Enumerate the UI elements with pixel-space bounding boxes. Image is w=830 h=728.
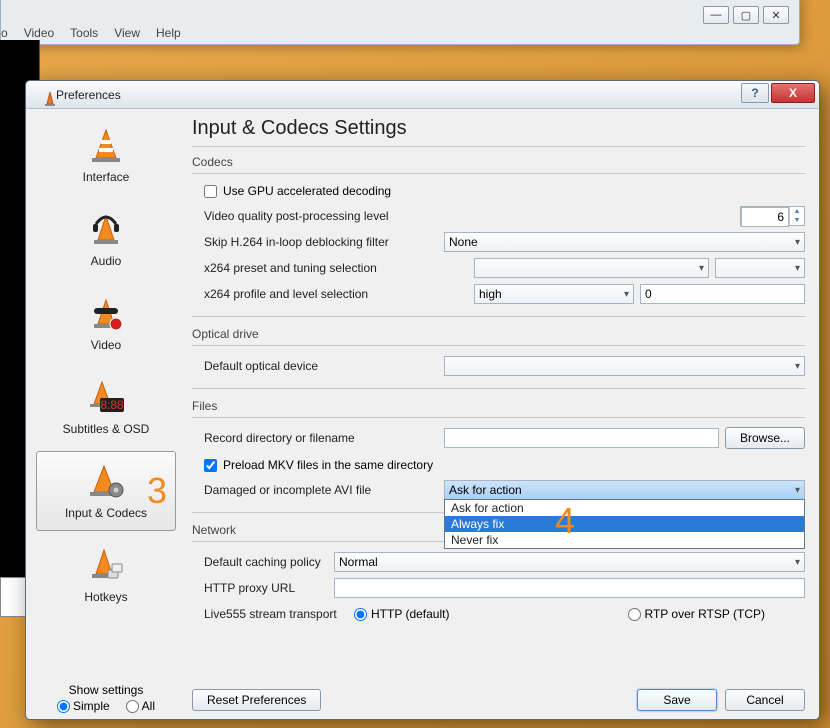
sidebar-item-hotkeys[interactable]: Hotkeys xyxy=(36,535,176,615)
sidebar-item-label: Audio xyxy=(91,254,122,268)
default-optical-label: Default optical device xyxy=(204,359,444,373)
sidebar-item-interface[interactable]: Interface xyxy=(36,115,176,195)
dialog-button-row: Reset Preferences Save Cancel xyxy=(192,683,805,711)
video-quality-value[interactable] xyxy=(741,207,789,227)
radio-all[interactable] xyxy=(126,700,139,713)
sidebar-item-label: Subtitles & OSD xyxy=(63,422,150,436)
record-dir-label: Record directory or filename xyxy=(204,431,444,445)
skip-h264-combo[interactable]: None xyxy=(444,232,805,252)
group-codecs: Codecs Use GPU accelerated decoding Vide… xyxy=(192,155,805,317)
sidebar-item-label: Interface xyxy=(83,170,130,184)
dialog-title-text: Preferences xyxy=(56,88,121,102)
avi-fix-label: Damaged or incomplete AVI file xyxy=(204,483,444,497)
avi-option-always[interactable]: Always fix xyxy=(445,516,804,532)
group-files: Files Record directory or filename Brows… xyxy=(192,399,805,513)
page-title: Input & Codecs Settings xyxy=(192,117,805,140)
group-title: Codecs xyxy=(192,155,805,169)
annotation-3: 3 xyxy=(147,470,167,512)
show-settings-group: Show settings Simple All xyxy=(32,683,180,713)
x264-preset-combo[interactable] xyxy=(474,258,709,278)
sidebar-item-input-codecs[interactable]: 3 Input & Codecs xyxy=(36,451,176,531)
group-title: Optical drive xyxy=(192,327,805,341)
x264-profile-combo[interactable]: high xyxy=(474,284,634,304)
save-button[interactable]: Save xyxy=(637,689,717,711)
x264-profile-label: x264 profile and level selection xyxy=(204,287,474,301)
menu-item[interactable]: Video xyxy=(24,26,54,40)
browse-button[interactable]: Browse... xyxy=(725,427,805,449)
cone-gear-icon xyxy=(83,462,129,502)
main-panel: Input & Codecs Settings Codecs Use GPU a… xyxy=(186,109,819,719)
radio-simple[interactable] xyxy=(57,700,70,713)
caching-label: Default caching policy xyxy=(204,555,334,569)
menu-item[interactable]: Tools xyxy=(70,26,98,40)
video-quality-label: Video quality post-processing level xyxy=(204,209,444,223)
sidebar-item-audio[interactable]: Audio xyxy=(36,199,176,279)
background-app-window: o Video Tools View Help — ▢ ✕ xyxy=(0,0,800,45)
menu-item[interactable]: Help xyxy=(156,26,181,40)
spin-down-icon[interactable]: ▼ xyxy=(790,216,804,225)
radio-rtp[interactable] xyxy=(628,608,641,621)
live555-label: Live555 stream transport xyxy=(204,607,354,621)
cancel-button[interactable]: Cancel xyxy=(725,689,805,711)
vlc-cone-icon xyxy=(34,86,50,102)
menu-item[interactable]: View xyxy=(114,26,140,40)
gpu-decoding-checkbox[interactable] xyxy=(204,185,217,198)
background-menubar: o Video Tools View Help xyxy=(1,26,181,40)
close-button[interactable]: ✕ xyxy=(763,6,789,24)
preload-mkv-label: Preload MKV files in the same directory xyxy=(223,458,433,472)
preload-mkv-checkbox[interactable] xyxy=(204,459,217,472)
spin-up-icon[interactable]: ▲ xyxy=(790,207,804,216)
svg-text:8:88: 8:88 xyxy=(100,398,124,412)
show-settings-simple[interactable]: Simple xyxy=(57,699,110,713)
window-controls: — ▢ ✕ xyxy=(703,6,789,24)
cone-subtitle-icon: 8:88 xyxy=(83,378,129,418)
sidebar-item-label: Input & Codecs xyxy=(65,506,147,520)
reset-preferences-button[interactable]: Reset Preferences xyxy=(192,689,321,711)
cone-headphones-icon xyxy=(83,210,129,250)
video-quality-spinner[interactable]: ▲▼ xyxy=(740,206,805,226)
show-settings-all[interactable]: All xyxy=(126,699,155,713)
live555-rtp-option[interactable]: RTP over RTSP (TCP) xyxy=(628,607,765,621)
divider xyxy=(192,146,805,147)
category-sidebar: Interface Audio Video 8:88 Subtitles & O… xyxy=(26,109,186,719)
group-optical: Optical drive Default optical device xyxy=(192,327,805,389)
cone-glasses-icon xyxy=(83,294,129,334)
maximize-button[interactable]: ▢ xyxy=(733,6,759,24)
skip-h264-label: Skip H.264 in-loop deblocking filter xyxy=(204,235,444,249)
minimize-button[interactable]: — xyxy=(703,6,729,24)
sidebar-item-video[interactable]: Video xyxy=(36,283,176,363)
avi-option-ask[interactable]: Ask for action xyxy=(445,500,804,516)
avi-option-never[interactable]: Never fix xyxy=(445,532,804,548)
avi-fix-dropdown: Ask for action Always fix Never fix 4 xyxy=(444,499,805,549)
cone-keys-icon xyxy=(83,546,129,586)
http-proxy-label: HTTP proxy URL xyxy=(204,581,334,595)
live555-http-option[interactable]: HTTP (default) xyxy=(354,607,449,621)
preferences-dialog: Preferences ? X Interface Audio xyxy=(25,80,820,720)
x264-level-input[interactable] xyxy=(640,284,805,304)
dialog-titlebar[interactable]: Preferences ? X xyxy=(26,81,819,109)
sidebar-item-label: Hotkeys xyxy=(84,590,127,604)
sidebar-item-label: Video xyxy=(91,338,121,352)
gpu-decoding-label: Use GPU accelerated decoding xyxy=(223,184,391,198)
x264-tuning-combo[interactable] xyxy=(715,258,805,278)
record-dir-input[interactable] xyxy=(444,428,719,448)
radio-http[interactable] xyxy=(354,608,367,621)
group-title: Files xyxy=(192,399,805,413)
help-button[interactable]: ? xyxy=(741,83,769,103)
x264-preset-label: x264 preset and tuning selection xyxy=(204,261,474,275)
cone-icon xyxy=(83,126,129,166)
default-optical-combo[interactable] xyxy=(444,356,805,376)
caching-combo[interactable]: Normal xyxy=(334,552,805,572)
show-settings-label: Show settings xyxy=(32,683,180,697)
dialog-close-button[interactable]: X xyxy=(771,83,815,103)
avi-fix-combo[interactable]: Ask for action xyxy=(444,480,805,500)
sidebar-item-subtitles[interactable]: 8:88 Subtitles & OSD xyxy=(36,367,176,447)
http-proxy-input[interactable] xyxy=(334,578,805,598)
menu-item[interactable]: o xyxy=(1,26,8,40)
